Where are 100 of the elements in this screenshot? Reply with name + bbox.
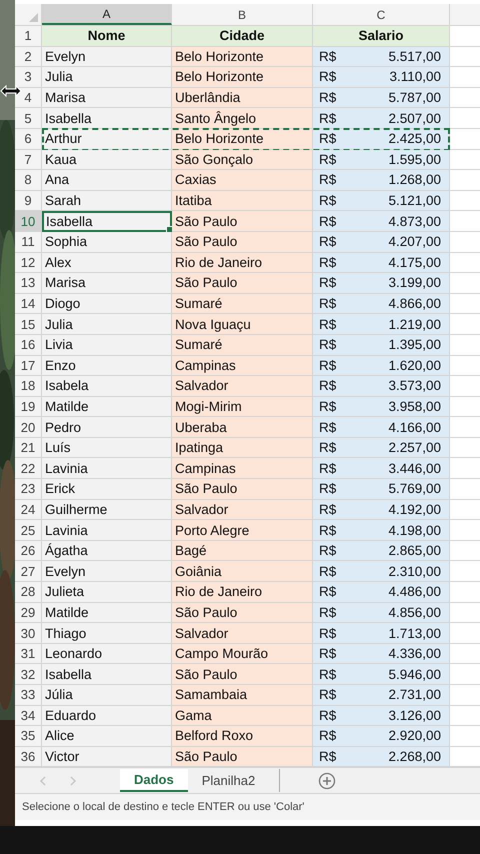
salary-amount: 4.866,00	[388, 296, 441, 312]
column-header[interactable]: A	[42, 4, 172, 25]
row-number[interactable]: 28	[15, 582, 42, 603]
currency-symbol: R$	[319, 708, 336, 723]
row-number[interactable]: 16	[15, 334, 42, 356]
row-number[interactable]: 14	[15, 294, 42, 314]
salary-amount: 4.166,00	[388, 420, 441, 435]
table-cell: Uberaba	[172, 417, 313, 438]
currency-symbol: R$	[319, 502, 336, 517]
salary-amount: 5.517,00	[388, 48, 441, 64]
table-cell: Samambaia	[172, 685, 313, 706]
row-number[interactable]: 23	[15, 479, 42, 500]
salary-amount: 5.946,00	[388, 666, 441, 682]
table-cell: Uberlândia	[172, 88, 313, 108]
row-number[interactable]: 7	[15, 150, 42, 170]
sheet-tab[interactable]: Planilha2	[188, 769, 270, 792]
row-number[interactable]: 25	[15, 520, 42, 541]
row-number[interactable]: 36	[15, 746, 42, 768]
currency-symbol: R$	[319, 296, 336, 312]
row-number[interactable]: 12	[15, 252, 42, 274]
currency-symbol: R$	[319, 69, 336, 84]
table-cell: Belo Horizonte	[172, 67, 313, 88]
row-number[interactable]: 27	[15, 561, 42, 582]
row-number[interactable]: 32	[15, 664, 42, 685]
salary-amount: 2.257,00	[388, 440, 441, 456]
row-number[interactable]: 18	[15, 376, 42, 397]
row-number[interactable]: 5	[15, 108, 42, 129]
column-header[interactable]: C	[313, 4, 450, 25]
row-number[interactable]: 29	[15, 602, 42, 624]
table-cell: Matilde	[42, 602, 172, 624]
salary-amount: 3.573,00	[388, 378, 441, 394]
header-cell: Salario	[313, 26, 450, 47]
row-number[interactable]: 30	[15, 623, 42, 644]
table-cell: Belo Horizonte	[172, 46, 313, 68]
table-cell: Matilde	[42, 396, 172, 418]
row-number[interactable]: 8	[15, 170, 42, 191]
table-cell: Rio de Janeiro	[172, 252, 313, 274]
row-number[interactable]: 20	[15, 417, 42, 438]
table-cell: Julieta	[42, 582, 172, 603]
salary-amount: 3.958,00	[388, 398, 441, 414]
currency-symbol: R$	[319, 440, 336, 456]
salary-amount: 5.787,00	[388, 90, 441, 106]
row-number[interactable]: 11	[15, 232, 42, 253]
row-number[interactable]: 2	[15, 46, 42, 68]
table-cell: Sumaré	[172, 334, 313, 356]
table-cell: Livia	[42, 334, 172, 356]
row-number[interactable]: 31	[15, 644, 42, 664]
row-number[interactable]: 17	[15, 356, 42, 376]
row-number[interactable]: 9	[15, 190, 42, 212]
sheet-tab[interactable]: Dados	[120, 769, 188, 792]
table-cell: Kaua	[42, 150, 172, 170]
currency-symbol: R$	[319, 687, 336, 702]
table-cell: Lavinia	[42, 458, 172, 480]
salary-amount: 1.713,00	[388, 626, 441, 641]
table-cell: Júlia	[42, 685, 172, 706]
salary-amount: 1.620,00	[388, 358, 441, 373]
table-cell: São Gonçalo	[172, 150, 313, 170]
table-cell: Alice	[42, 726, 172, 747]
currency-symbol: R$	[319, 193, 336, 208]
currency-symbol: R$	[319, 420, 336, 435]
currency-symbol: R$	[319, 358, 336, 373]
salary-amount: 3.110,00	[389, 69, 441, 84]
row-number[interactable]: 35	[15, 726, 42, 747]
currency-symbol: R$	[319, 316, 336, 332]
table-cell: São Paulo	[172, 479, 313, 500]
row-number[interactable]: 19	[15, 396, 42, 418]
row-number[interactable]: 13	[15, 273, 42, 294]
currency-symbol: R$	[319, 337, 336, 352]
table-cell: Arthur	[42, 128, 172, 150]
row-number[interactable]: 21	[15, 438, 42, 458]
row-number[interactable]: 24	[15, 500, 42, 520]
salary-amount: 2.865,00	[388, 543, 441, 558]
currency-symbol: R$	[319, 378, 336, 394]
table-cell: Campo Mourão	[172, 644, 313, 664]
currency-symbol: R$	[319, 172, 336, 188]
row-number[interactable]: 3	[15, 67, 42, 88]
table-cell: Luís	[42, 438, 172, 458]
salary-amount: 2.731,00	[388, 687, 441, 702]
row-number[interactable]: 33	[15, 685, 42, 706]
currency-symbol: R$	[319, 666, 336, 682]
row-number[interactable]: 26	[15, 540, 42, 562]
table-cell: Salvador	[172, 500, 313, 520]
row-number[interactable]: 6	[15, 128, 42, 150]
add-sheet-icon[interactable]	[318, 772, 336, 790]
table-cell: Lavinia	[42, 520, 172, 541]
row-number[interactable]: 10	[15, 211, 42, 232]
row-number[interactable]: 22	[15, 458, 42, 480]
salary-amount: 3.199,00	[388, 275, 441, 290]
column-header[interactable]: B	[172, 4, 313, 25]
salary-amount: 2.310,00	[388, 564, 441, 579]
table-cell: Isabella	[42, 211, 172, 232]
salary-amount: 2.507,00	[388, 110, 441, 126]
table-cell: Isabella	[42, 664, 172, 685]
row-number[interactable]: 34	[15, 706, 42, 726]
table-cell: Isabela	[42, 376, 172, 397]
currency-symbol: R$	[319, 131, 336, 146]
table-cell: Santo Ângelo	[172, 108, 313, 129]
row-number[interactable]: 1	[15, 26, 42, 47]
currency-symbol: R$	[319, 481, 336, 496]
row-number[interactable]: 15	[15, 314, 42, 335]
